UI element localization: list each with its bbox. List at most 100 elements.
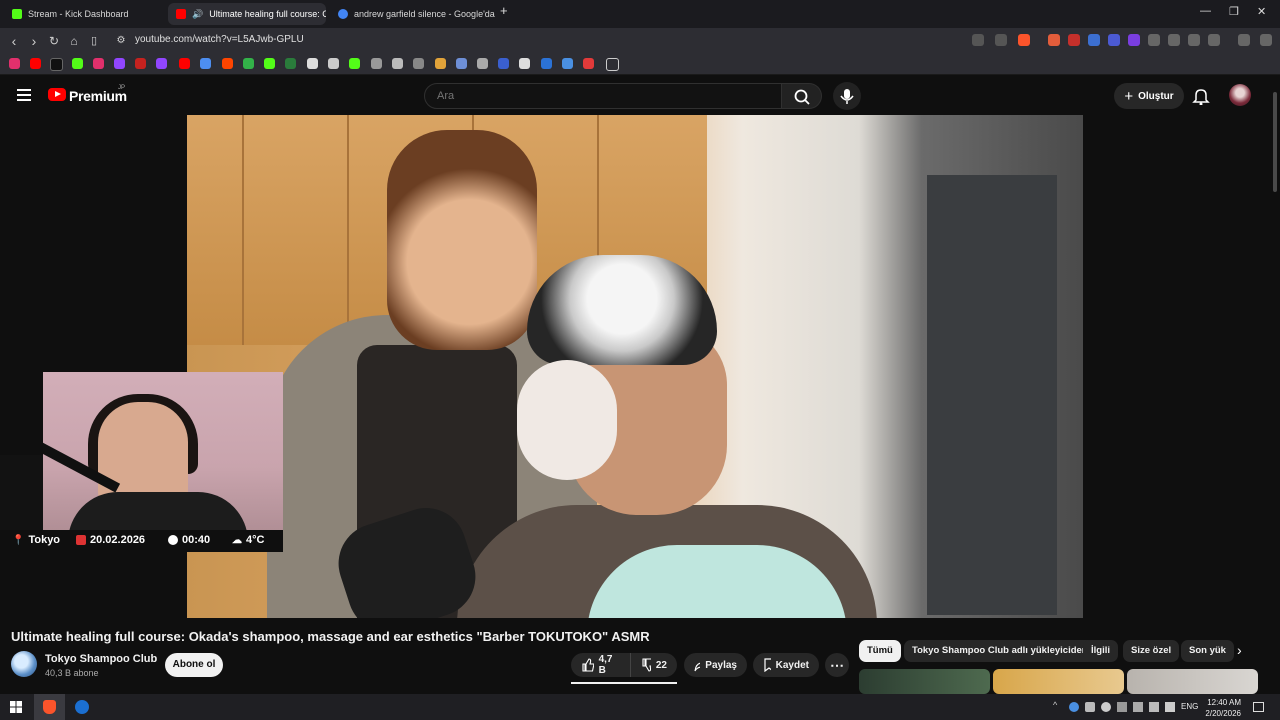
tray-cloud-icon[interactable] [1101, 702, 1111, 712]
related-video-thumbnail[interactable] [859, 669, 990, 694]
extension-icon[interactable] [1128, 34, 1140, 46]
taskbar-brave-item[interactable] [34, 694, 65, 720]
url-text[interactable]: youtube.com/watch?v=L5AJwb-GPLU [135, 34, 304, 45]
menu-icon[interactable] [1260, 34, 1272, 46]
youtube-icon[interactable] [179, 58, 190, 69]
notifications-bell-icon[interactable] [1192, 87, 1210, 105]
account-avatar[interactable] [1229, 84, 1251, 106]
share-icon[interactable] [995, 34, 1007, 46]
extension-icon[interactable] [1048, 34, 1060, 46]
twitch-icon[interactable] [156, 58, 167, 69]
extensions-puzzle-icon[interactable] [1148, 34, 1160, 46]
tray-chevron-icon[interactable]: ^ [1053, 700, 1063, 710]
language-indicator[interactable]: ENG [1181, 702, 1198, 711]
channel-name[interactable]: Tokyo Shampoo Club [45, 653, 157, 665]
bookmark-icon[interactable] [200, 58, 211, 69]
bookmark-icon[interactable] [456, 58, 467, 69]
page-scrollbar[interactable] [1270, 82, 1280, 694]
search-input[interactable] [435, 89, 769, 103]
search-button[interactable] [782, 83, 822, 109]
like-ratio-bar [571, 682, 677, 684]
reload-icon[interactable]: ↻ [45, 32, 63, 50]
download-icon[interactable] [1208, 34, 1220, 46]
kick-icon[interactable] [72, 58, 83, 69]
bookmark-icon[interactable] [435, 58, 446, 69]
music-icon[interactable] [1238, 34, 1250, 46]
new-tab-icon[interactable]: + [500, 3, 508, 18]
video-title: Ultimate healing full course: Okada's sh… [11, 629, 650, 644]
bookmark-icon[interactable] [541, 58, 552, 69]
channel-avatar[interactable] [11, 651, 37, 677]
like-button[interactable]: 4,7 B [571, 653, 630, 677]
hamburger-menu-icon[interactable] [17, 89, 31, 101]
bookmark-icon[interactable] [307, 58, 318, 69]
instagram-icon[interactable] [93, 58, 104, 69]
more-actions-button[interactable]: ⋯ [825, 653, 849, 677]
bookmark-icon[interactable] [349, 58, 360, 69]
tray-discord-icon[interactable] [1085, 702, 1095, 712]
bookmark-icon[interactable] [285, 58, 296, 69]
chevron-right-icon[interactable]: › [1237, 642, 1242, 658]
windows-start-icon[interactable] [10, 701, 22, 713]
brave-shield-icon[interactable] [1018, 34, 1030, 46]
bookmark-icon[interactable] [9, 58, 20, 69]
minimize-icon[interactable]: — [1200, 5, 1211, 17]
restore-icon[interactable]: ❐ [1229, 5, 1239, 18]
youtube-logo-icon[interactable] [48, 88, 66, 101]
tray-steam-icon[interactable] [1069, 702, 1079, 712]
link-icon[interactable] [1188, 34, 1200, 46]
bookmark-icon[interactable] [30, 58, 41, 69]
related-video-thumbnail[interactable] [1127, 669, 1258, 694]
bookmark-icon[interactable] [519, 58, 530, 69]
tray-app-icon[interactable] [1133, 702, 1143, 712]
microphone-tray-icon[interactable] [1165, 702, 1175, 712]
tray-app-icon[interactable] [1149, 702, 1159, 712]
chip-all[interactable]: Tümü [859, 640, 901, 662]
globe-icon[interactable] [477, 58, 488, 69]
site-info-icon[interactable]: ⚙ [112, 32, 130, 50]
bookmark-icon[interactable] [583, 58, 594, 69]
back-icon[interactable]: ‹ [5, 32, 23, 50]
bookmark-icon[interactable] [392, 58, 403, 69]
dislike-button[interactable]: 22 [630, 653, 677, 677]
home-icon[interactable]: ⌂ [65, 32, 83, 50]
close-window-icon[interactable]: ✕ [1257, 5, 1266, 18]
cast-icon[interactable] [972, 34, 984, 46]
chip-related[interactable]: İlgili [1083, 640, 1118, 662]
system-clock[interactable]: 12:40 AM 2/20/2026 [1205, 697, 1241, 719]
notification-center-icon[interactable] [1253, 702, 1264, 712]
subscribe-button[interactable]: Abone ol [165, 653, 223, 677]
bookmark-icon[interactable]: ▯ [85, 32, 103, 50]
reddit-icon[interactable] [222, 58, 233, 69]
related-video-thumbnail[interactable] [993, 669, 1124, 694]
tab-google-search[interactable]: andrew garfield silence - Google'da a [330, 3, 496, 25]
bookmark-icon[interactable] [498, 58, 509, 69]
video-player[interactable] [187, 115, 1083, 618]
bookmark-icon[interactable] [413, 58, 424, 69]
tab-youtube-video[interactable]: 🔊 Ultimate healing full course: C ✕ [168, 3, 326, 25]
voice-search-button[interactable] [833, 82, 861, 110]
chip-from-uploader[interactable]: Tokyo Shampoo Club adlı yükleyiciden [904, 640, 1096, 662]
extension-icon[interactable] [1088, 34, 1100, 46]
sidebar-icon[interactable] [1168, 34, 1180, 46]
bookmark-icon[interactable] [243, 58, 254, 69]
twitch-icon[interactable] [114, 58, 125, 69]
gmail-icon[interactable] [135, 58, 146, 69]
save-button[interactable]: Kaydet [753, 653, 819, 677]
extension-icon[interactable] [1108, 34, 1120, 46]
steam-icon[interactable] [75, 700, 89, 714]
forward-icon[interactable]: › [25, 32, 43, 50]
x-icon[interactable] [50, 58, 63, 71]
chip-for-you[interactable]: Size özel [1123, 640, 1180, 662]
bookmark-icon[interactable] [562, 58, 573, 69]
kick-icon[interactable] [264, 58, 275, 69]
tab-kick-dashboard[interactable]: Stream - Kick Dashboard [4, 3, 166, 25]
tray-app-icon[interactable] [1117, 702, 1127, 712]
bookmark-icon[interactable] [328, 58, 339, 69]
create-button[interactable]: + Oluştur [1114, 83, 1184, 109]
bookmark-icon[interactable] [371, 58, 382, 69]
chip-recent[interactable]: Son yük [1181, 640, 1234, 662]
share-button[interactable]: Paylaş [684, 653, 747, 677]
folder-icon[interactable] [606, 58, 619, 71]
extension-icon[interactable] [1068, 34, 1080, 46]
